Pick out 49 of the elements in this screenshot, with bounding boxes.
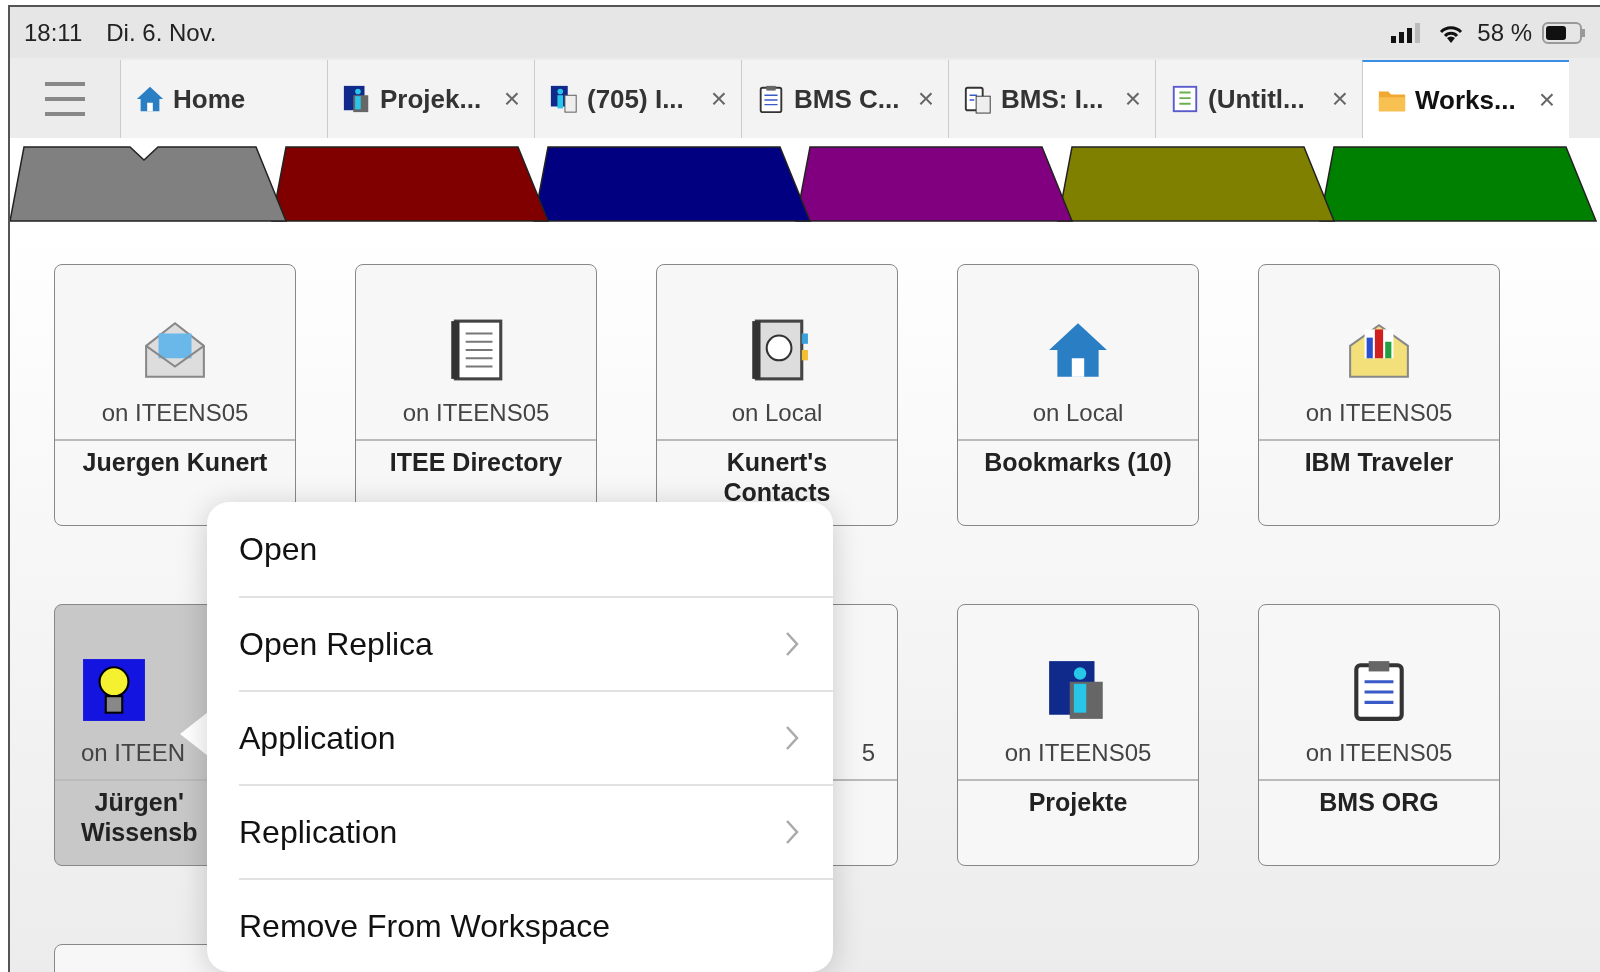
workspace-tile[interactable]: on Local Kunert's Contacts [656,264,898,526]
tab-label: Projek... [380,82,482,116]
tile-location: on ITEENS05 [101,401,249,425]
status-date: Di. 6. Nov. [106,17,217,48]
tile-title: Juergen Kunert [82,447,268,477]
browser-tab[interactable]: Home [120,60,327,138]
tile-location: on ITEENS05 [1004,741,1152,765]
browser-tab[interactable]: Projek... × [327,60,534,138]
tile-location: 5 [861,741,875,765]
browser-tab[interactable]: BMS C... × [741,60,948,138]
menu-item[interactable]: Replication [239,784,833,878]
tab-label: (705) I... [587,82,684,116]
workspace-tile[interactable]: on ITEENS05 Juergen Kunert [54,264,296,526]
workspace-tile[interactable]: on ITEENS05 Projekte [957,604,1199,866]
tile-title: BMS ORG [1319,787,1439,817]
menu-item[interactable]: Application [239,690,833,784]
browser-tab[interactable]: (Untitl... × [1155,60,1362,138]
tab-label: BMS: I... [1001,82,1104,116]
tab-label: Home [173,82,246,116]
browser-tab[interactable]: Works... × [1362,60,1569,138]
tab-close-button[interactable]: × [1331,78,1348,120]
menu-item[interactable]: Open Replica [239,596,833,690]
tile-title: Jürgen' Wissensb [81,787,198,847]
workspace-tile[interactable]: on ITEENS05 BMS ORG [1258,604,1500,866]
tab-label: Works... [1415,83,1516,117]
tab-close-button[interactable]: × [1124,78,1141,120]
tab-close-button[interactable]: × [710,78,727,120]
tile-location: on ITEENS05 [402,401,550,425]
workspace-tile[interactable]: on ITEENS05 IBM Traveler [1258,264,1500,526]
tab-label: BMS C... [794,82,900,116]
tile-location: on ITEENS05 [1305,401,1453,425]
status-time: 18:11 [24,17,83,48]
tile-location: on ITEEN [81,741,186,765]
tile-location: on ITEENS05 [1305,741,1453,765]
tab-label: (Untitl... [1208,82,1305,116]
tab-close-button[interactable]: × [1538,79,1555,121]
tab-close-button[interactable]: × [917,78,934,120]
battery-percent: 58 % [1477,17,1532,48]
tile-location: on Local [731,401,823,425]
tab-close-button[interactable]: × [503,78,520,120]
browser-tab[interactable]: (705) I... × [534,60,741,138]
tile-title: IBM Traveler [1304,447,1454,477]
tile-location: on Local [1032,401,1124,425]
tile-title: ITEE Directory [389,447,563,477]
menu-item[interactable]: Remove From Workspace [239,878,833,972]
tile-title: Bookmarks (10) [984,447,1172,477]
workspace-tile[interactable]: on Local Bookmarks (10) [957,264,1199,526]
tile-title: Projekte [1028,787,1128,817]
browser-tab[interactable]: BMS: I... × [948,60,1155,138]
